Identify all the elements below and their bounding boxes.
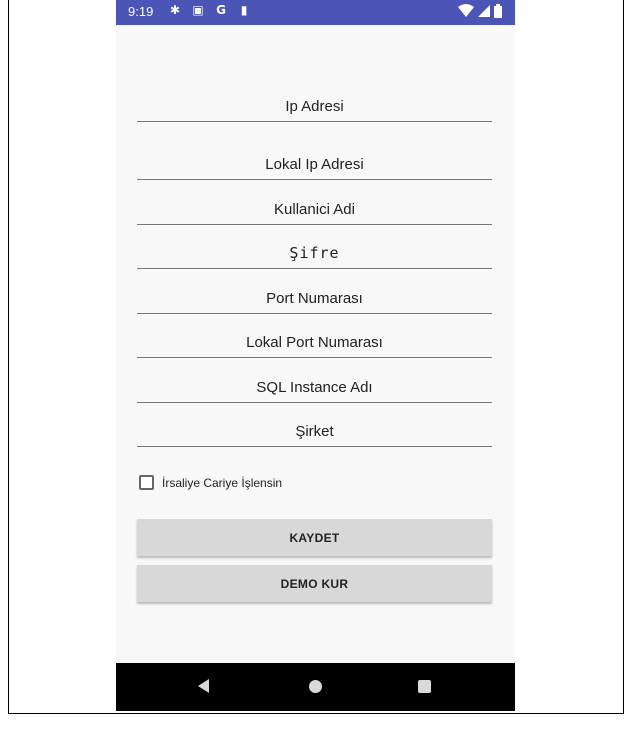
password-field[interactable]: Şifre — [137, 230, 492, 269]
status-time: 9:19 — [128, 4, 154, 19]
username-field[interactable]: Kullanici Adi — [137, 186, 492, 225]
local-port-number-field[interactable]: Lokal Port Numarası — [137, 319, 492, 358]
wifi-icon — [458, 4, 474, 17]
port-number-field[interactable]: Port Numarası — [137, 275, 492, 314]
signal-icon — [478, 5, 490, 17]
frame-border-bottom — [8, 713, 624, 714]
status-icons-right — [458, 4, 502, 18]
navigation-bar — [116, 663, 515, 711]
port-number-field-label: Port Numarası — [266, 290, 363, 307]
ip-address-field-label: Ip Adresi — [285, 98, 344, 115]
waybill-checkbox[interactable] — [139, 475, 154, 490]
frame-border-left — [8, 0, 9, 714]
calendar-icon: ▣ — [192, 3, 204, 17]
local-port-number-field-label: Lokal Port Numarası — [246, 334, 383, 351]
company-field[interactable]: Şirket — [137, 408, 492, 447]
local-ip-address-field-label: Lokal Ip Adresi — [265, 156, 364, 173]
demo-setup-button[interactable]: DEMO KUR — [137, 565, 492, 602]
frame-border-right — [623, 0, 624, 714]
username-field-label: Kullanici Adi — [274, 201, 355, 218]
save-button[interactable]: KAYDET — [137, 519, 492, 556]
waybill-checkbox-row[interactable]: İrsaliye Cariye İşlensin — [139, 475, 282, 490]
status-icons-left: ✱ ▣ G ▮ — [168, 3, 251, 17]
company-field-label: Şirket — [295, 423, 334, 440]
status-bar: 9:19 ✱ ▣ G ▮ — [116, 0, 515, 25]
google-g-icon: G — [216, 3, 226, 17]
local-ip-address-field[interactable]: Lokal Ip Adresi — [137, 141, 492, 180]
sql-instance-name-field-label: SQL Instance Adı — [256, 379, 373, 396]
home-icon[interactable] — [309, 680, 322, 693]
battery-icon — [494, 4, 502, 18]
recents-icon[interactable] — [418, 680, 431, 693]
sql-instance-name-field[interactable]: SQL Instance Adı — [137, 364, 492, 403]
gear-icon: ✱ — [169, 3, 181, 17]
ip-address-field[interactable]: Ip Adresi — [137, 83, 492, 122]
sd-card-icon: ▮ — [240, 3, 248, 17]
phone-screen: 9:19 ✱ ▣ G ▮ Ip Adresi Lokal Ip Adresi K… — [116, 0, 515, 711]
waybill-checkbox-label: İrsaliye Cariye İşlensin — [162, 475, 283, 490]
back-icon[interactable] — [198, 679, 209, 693]
password-field-label: Şifre — [289, 244, 340, 262]
